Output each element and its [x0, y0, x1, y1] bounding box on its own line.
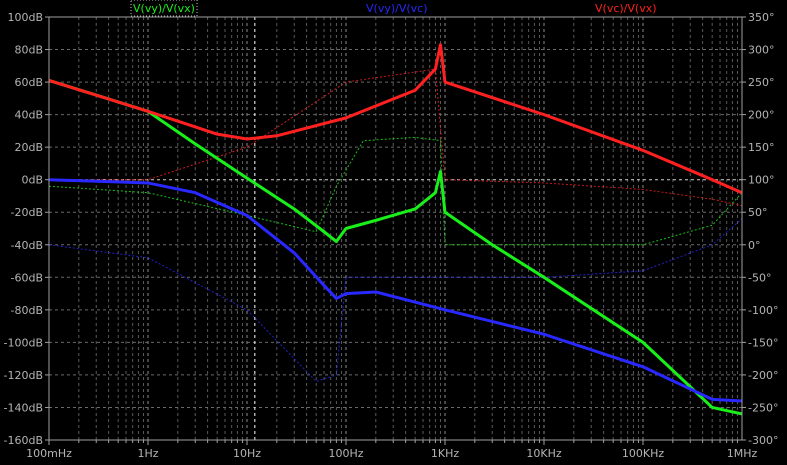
legend-entry-series-2: V(vc)/V(vx) — [595, 2, 657, 15]
y-left-tick-label: -80dB — [11, 304, 44, 317]
y-right-tick-label: 200° — [748, 109, 775, 122]
y-right-tick-label: 250° — [748, 76, 775, 89]
x-tick-label: 1MHz — [727, 447, 758, 460]
y-left-tick-label: -40dB — [11, 239, 44, 252]
y-left-tick-label: -100dB — [4, 336, 44, 349]
x-tick-label: 100KHz — [622, 447, 664, 460]
x-tick-label: 1Hz — [137, 447, 158, 460]
y-right-tick-label: -100° — [748, 304, 778, 317]
y-right-tick-label: -150° — [748, 336, 778, 349]
x-tick-label: 10KHz — [526, 447, 561, 460]
legend-entry-series-0: V(vy)/V(vx) — [133, 2, 195, 15]
y-left-tick-label: -140dB — [4, 401, 44, 414]
y-right-tick-label: -300° — [748, 434, 778, 447]
y-right-tick-label: -200° — [748, 369, 778, 382]
y-left-tick-label: 40dB — [14, 109, 43, 122]
y-right-tick-label: -250° — [748, 401, 778, 414]
y-left-tick-label: 20dB — [14, 141, 43, 154]
y-left-tick-label: 100dB — [7, 11, 43, 24]
x-tick-label: 100Hz — [328, 447, 363, 460]
y-left-tick-label: -120dB — [4, 369, 44, 382]
y-right-tick-label: 350° — [748, 11, 775, 24]
legend-entry-series-1: V(vy)/V(vc) — [366, 2, 428, 15]
y-left-tick-label: -20dB — [11, 206, 44, 219]
x-tick-label: 10Hz — [233, 447, 261, 460]
y-right-tick-label: 300° — [748, 44, 775, 57]
y-right-tick-label: -50° — [748, 271, 771, 284]
x-tick-label: 1KHz — [431, 447, 459, 460]
y-left-tick-label: 0dB — [21, 174, 43, 187]
y-right-tick-label: 150° — [748, 141, 775, 154]
bode-plot: 100dB 80dB 60dB 40dB 20dB 0dB -20dB -40dB -60dB -… — [0, 0, 787, 465]
y-right-tick-label: 50° — [748, 206, 768, 219]
y-left-tick-label: 60dB — [14, 76, 43, 89]
y-left-tick-label: -60dB — [11, 271, 44, 284]
x-tick-label: 100mHz — [26, 447, 72, 460]
y-left-tick-label: 80dB — [14, 44, 43, 57]
y-right-tick-label: 100° — [748, 174, 775, 187]
y-left-tick-label: -160dB — [4, 434, 44, 447]
y-right-tick-label: 0° — [748, 239, 761, 252]
